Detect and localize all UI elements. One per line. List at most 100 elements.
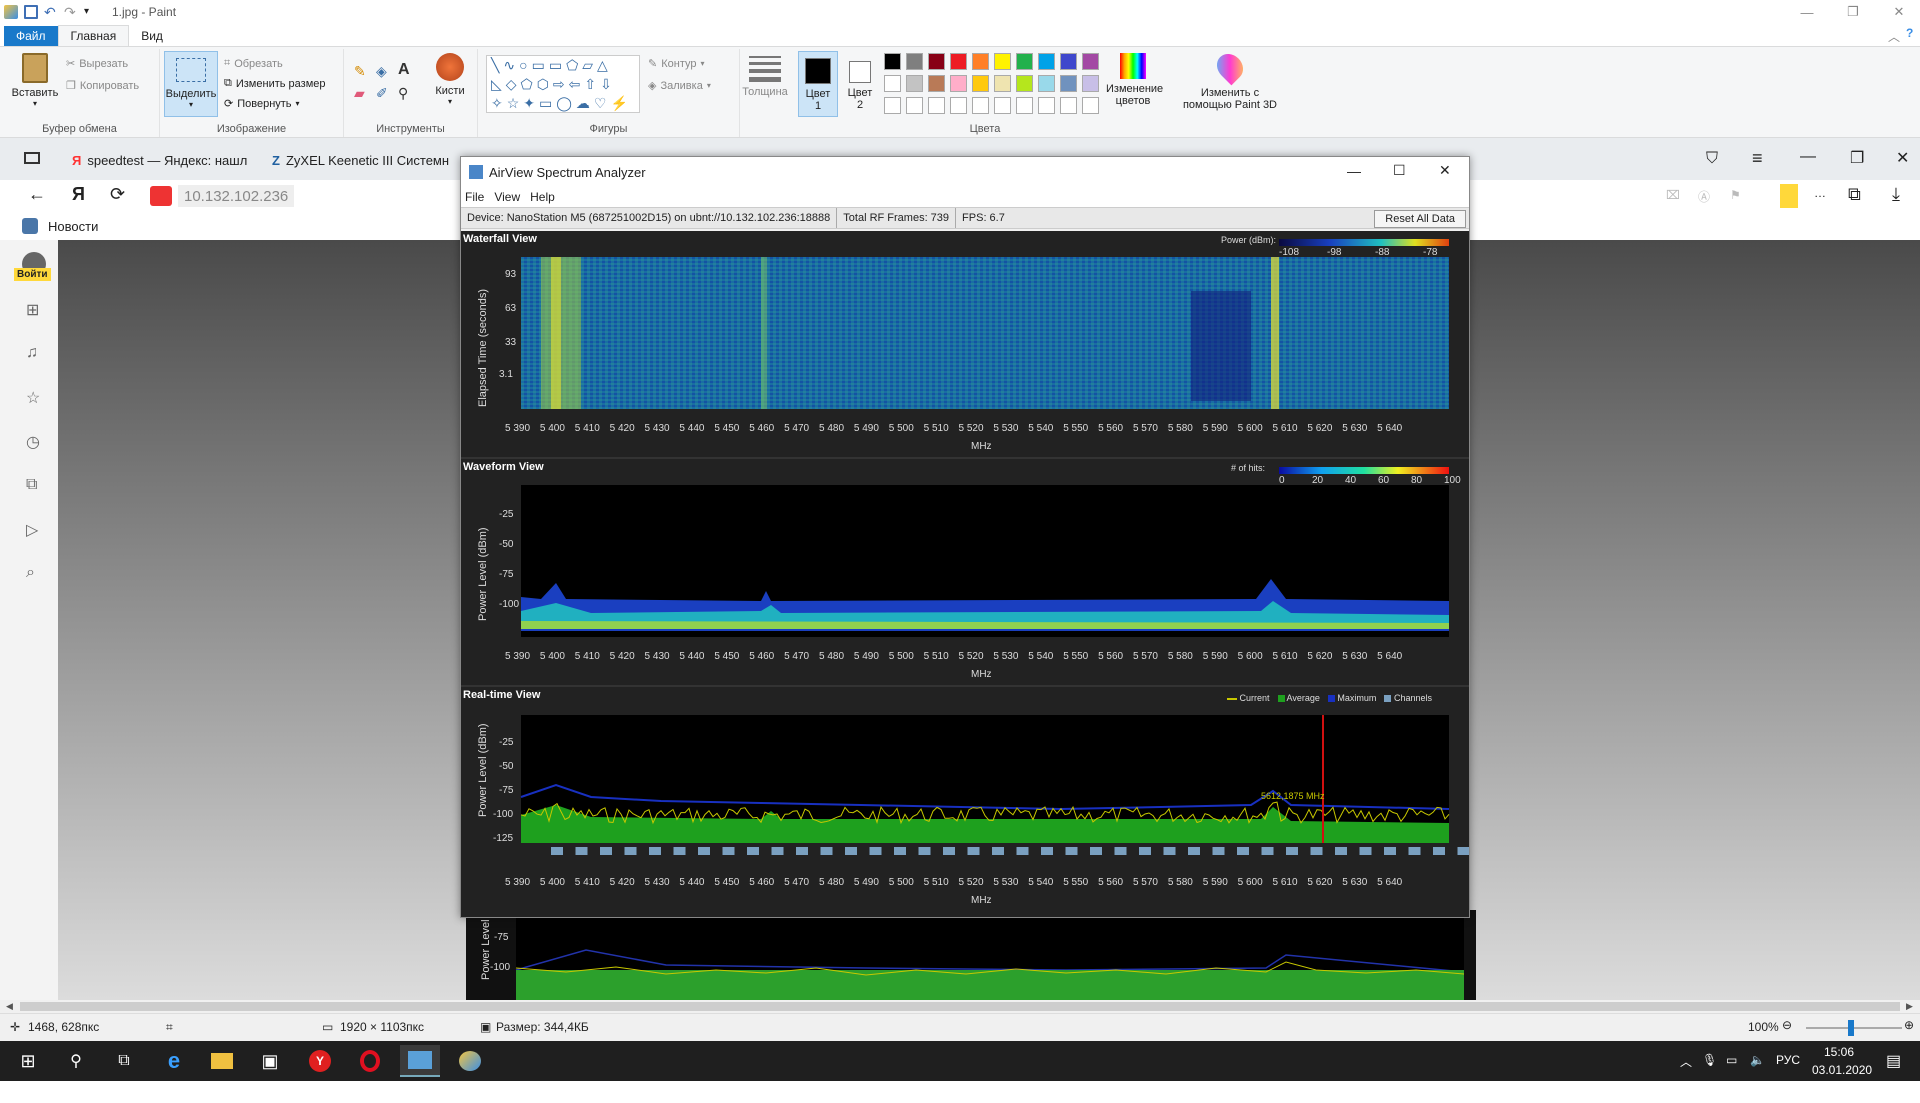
login-badge[interactable]: Войти: [14, 268, 51, 281]
channel-marker[interactable]: [1310, 847, 1323, 855]
channel-marker[interactable]: [1237, 847, 1249, 855]
channel-marker[interactable]: [771, 847, 784, 855]
search-icon[interactable]: ⚲: [56, 1045, 96, 1077]
undo-icon[interactable]: ↶: [44, 5, 58, 19]
pencil-icon[interactable]: ✎: [354, 63, 366, 80]
palette-swatch[interactable]: [1060, 75, 1077, 92]
redo-icon[interactable]: ↷: [64, 5, 78, 19]
palette-swatch[interactable]: [994, 53, 1011, 70]
color-picker-icon[interactable]: ✐: [376, 85, 388, 102]
cut-button[interactable]: ✂ Вырезать: [66, 57, 128, 71]
palette-swatch[interactable]: [994, 75, 1011, 92]
bell-icon[interactable]: ♫: [26, 344, 38, 362]
channel-marker[interactable]: [918, 847, 931, 855]
palette-swatch[interactable]: [950, 53, 967, 70]
channel-marker[interactable]: [1408, 847, 1421, 855]
channel-marker[interactable]: [967, 847, 980, 855]
palette-swatch[interactable]: [1082, 53, 1099, 70]
restore-button[interactable]: ❐: [1830, 0, 1876, 24]
magnifier-icon[interactable]: ⚲: [398, 85, 408, 102]
palette-swatch[interactable]: [972, 53, 989, 70]
channel-marker[interactable]: [1212, 847, 1225, 855]
back-icon[interactable]: ←: [28, 184, 46, 205]
tray-expand-icon[interactable]: ︿: [1680, 1053, 1692, 1070]
channel-marker[interactable]: [1286, 847, 1298, 855]
menu-help[interactable]: Help: [530, 190, 555, 204]
yandex-browser-icon[interactable]: Y: [300, 1045, 340, 1077]
start-button[interactable]: ⊞: [8, 1045, 48, 1077]
opera-icon[interactable]: [350, 1045, 390, 1077]
realtime-plot[interactable]: [520, 715, 1470, 855]
network-icon[interactable]: ▭: [1726, 1053, 1737, 1067]
horizontal-scrollbar[interactable]: ◀ ▶: [0, 1000, 1920, 1013]
palette-swatch[interactable]: [1060, 53, 1077, 70]
palette-swatch-empty[interactable]: [972, 97, 989, 114]
channel-marker[interactable]: [1433, 847, 1445, 855]
zoom-in-button[interactable]: ⊕: [1904, 1018, 1914, 1032]
tab-zyxel[interactable]: Z ZyXEL Keenetic III Системн: [272, 148, 452, 172]
palette-swatch-empty[interactable]: [1082, 97, 1099, 114]
channel-marker[interactable]: [1359, 847, 1372, 855]
channel-marker[interactable]: [698, 847, 710, 855]
browser-restore-icon[interactable]: ❐: [1850, 148, 1864, 168]
channel-marker[interactable]: [1457, 847, 1470, 855]
legend-current[interactable]: Current: [1227, 693, 1270, 703]
star-icon[interactable]: ☆: [26, 388, 40, 408]
channel-marker[interactable]: [894, 847, 906, 855]
channel-marker[interactable]: [796, 847, 808, 855]
menu-icon[interactable]: ≡: [1752, 148, 1763, 169]
tab-home[interactable]: Главная: [57, 25, 130, 46]
airview-close-button[interactable]: ✕: [1439, 162, 1451, 179]
select-button[interactable]: Выделить ▾: [164, 51, 218, 117]
fill-icon[interactable]: ◈: [376, 63, 387, 80]
lens-icon[interactable]: ⌕: [26, 564, 35, 582]
collapse-ribbon-icon[interactable]: ︿: [1888, 28, 1900, 45]
channel-marker[interactable]: [575, 847, 588, 855]
channel-marker[interactable]: [1090, 847, 1102, 855]
channel-marker[interactable]: [649, 847, 661, 855]
bookmarks-icon[interactable]: ⛉: [1706, 150, 1718, 168]
play-icon[interactable]: ▷: [26, 520, 38, 540]
tab-view[interactable]: Вид: [129, 26, 175, 46]
bookmark-news[interactable]: Новости: [48, 219, 98, 234]
palette-swatch[interactable]: [906, 75, 923, 92]
minimize-button[interactable]: —: [1784, 0, 1830, 24]
tab-speedtest[interactable]: Яspeedtest — Яндекс: нашл: [72, 148, 252, 172]
apps-icon[interactable]: ⊞: [26, 300, 39, 320]
menu-view[interactable]: View: [494, 190, 520, 204]
channel-marker[interactable]: [551, 847, 563, 855]
yandex-home-icon[interactable]: Я: [72, 184, 85, 205]
palette-swatch[interactable]: [928, 53, 945, 70]
channel-marker[interactable]: [673, 847, 686, 855]
palette-swatch[interactable]: [1082, 75, 1099, 92]
airview-minimize-button[interactable]: —: [1347, 163, 1361, 179]
channel-marker[interactable]: [1114, 847, 1127, 855]
palette-swatch[interactable]: [972, 75, 989, 92]
channel-marker[interactable]: [1065, 847, 1078, 855]
outline-button[interactable]: ✎ Контур ▾: [648, 57, 705, 71]
palette-swatch[interactable]: [884, 75, 901, 92]
channel-marker[interactable]: [624, 847, 637, 855]
rotate-button[interactable]: ⟳ Повернуть ▾: [224, 97, 300, 111]
insecure-icon[interactable]: [150, 186, 172, 206]
shapes-gallery[interactable]: ╲∿○▭▭⬠▱△ ◺◇⬠⬡⇨⇦⇧⇩ ✧☆✦▭◯☁♡⚡: [486, 55, 640, 113]
paint3d-button[interactable]: Изменить с помощью Paint 3D: [1170, 48, 1290, 111]
palette-swatch-empty[interactable]: [1016, 97, 1033, 114]
palette-swatch-empty[interactable]: [906, 97, 923, 114]
downloads-icon[interactable]: ⤓: [1892, 184, 1900, 205]
palette-swatch[interactable]: [1016, 75, 1033, 92]
copy-button[interactable]: ❐ Копировать: [66, 79, 139, 93]
palette-swatch-empty[interactable]: [928, 97, 945, 114]
channel-marker[interactable]: [1016, 847, 1029, 855]
help-icon[interactable]: ?: [1906, 26, 1913, 40]
eraser-icon[interactable]: ▰: [354, 85, 365, 102]
extensions-icon[interactable]: ⧉: [1848, 184, 1861, 205]
paste-button[interactable]: Вставить ▾: [10, 53, 60, 108]
palette-swatch[interactable]: [928, 75, 945, 92]
channel-marker[interactable]: [600, 847, 612, 855]
zoom-slider[interactable]: [1806, 1027, 1902, 1029]
microphone-icon[interactable]: 🎙: [1702, 1053, 1717, 1067]
legend-channels[interactable]: Channels: [1384, 693, 1432, 703]
color2-button[interactable]: Цвет 2: [842, 51, 878, 111]
store-icon[interactable]: ▣: [250, 1045, 290, 1077]
